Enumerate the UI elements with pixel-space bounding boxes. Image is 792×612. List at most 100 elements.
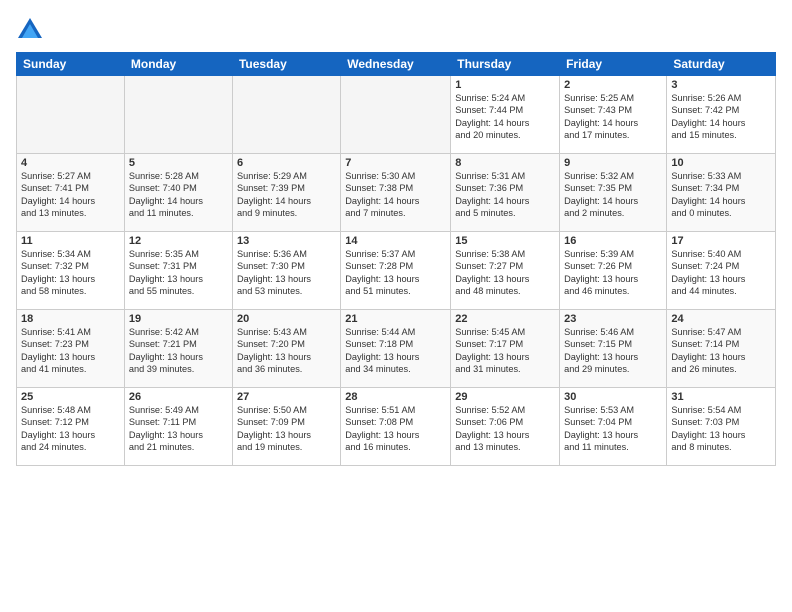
day-info: Sunrise: 5:36 AM Sunset: 7:30 PM Dayligh… [237,248,336,298]
calendar-header-row: SundayMondayTuesdayWednesdayThursdayFrid… [17,53,776,76]
day-number: 30 [564,391,662,403]
day-number: 26 [129,391,228,403]
calendar-cell: 11Sunrise: 5:34 AM Sunset: 7:32 PM Dayli… [17,232,125,310]
day-number: 27 [237,391,336,403]
day-number: 6 [237,157,336,169]
calendar-cell: 8Sunrise: 5:31 AM Sunset: 7:36 PM Daylig… [451,154,560,232]
day-info: Sunrise: 5:52 AM Sunset: 7:06 PM Dayligh… [455,404,555,454]
calendar-cell: 6Sunrise: 5:29 AM Sunset: 7:39 PM Daylig… [232,154,340,232]
day-info: Sunrise: 5:33 AM Sunset: 7:34 PM Dayligh… [671,170,771,220]
header [16,16,776,44]
day-number: 4 [21,157,120,169]
day-number: 21 [345,313,446,325]
calendar-cell: 21Sunrise: 5:44 AM Sunset: 7:18 PM Dayli… [341,310,451,388]
calendar-week-row: 1Sunrise: 5:24 AM Sunset: 7:44 PM Daylig… [17,76,776,154]
calendar-cell: 15Sunrise: 5:38 AM Sunset: 7:27 PM Dayli… [451,232,560,310]
day-info: Sunrise: 5:32 AM Sunset: 7:35 PM Dayligh… [564,170,662,220]
day-info: Sunrise: 5:27 AM Sunset: 7:41 PM Dayligh… [21,170,120,220]
day-info: Sunrise: 5:37 AM Sunset: 7:28 PM Dayligh… [345,248,446,298]
logo-icon [16,16,44,44]
calendar-week-row: 18Sunrise: 5:41 AM Sunset: 7:23 PM Dayli… [17,310,776,388]
calendar-cell: 19Sunrise: 5:42 AM Sunset: 7:21 PM Dayli… [124,310,232,388]
calendar-cell: 23Sunrise: 5:46 AM Sunset: 7:15 PM Dayli… [560,310,667,388]
day-info: Sunrise: 5:41 AM Sunset: 7:23 PM Dayligh… [21,326,120,376]
day-info: Sunrise: 5:34 AM Sunset: 7:32 PM Dayligh… [21,248,120,298]
day-number: 11 [21,235,120,247]
day-number: 20 [237,313,336,325]
calendar-cell: 7Sunrise: 5:30 AM Sunset: 7:38 PM Daylig… [341,154,451,232]
day-number: 15 [455,235,555,247]
day-info: Sunrise: 5:50 AM Sunset: 7:09 PM Dayligh… [237,404,336,454]
day-number: 28 [345,391,446,403]
day-number: 7 [345,157,446,169]
day-number: 13 [237,235,336,247]
day-number: 9 [564,157,662,169]
calendar-cell [232,76,340,154]
calendar-week-row: 11Sunrise: 5:34 AM Sunset: 7:32 PM Dayli… [17,232,776,310]
day-number: 25 [21,391,120,403]
day-number: 16 [564,235,662,247]
calendar-week-row: 4Sunrise: 5:27 AM Sunset: 7:41 PM Daylig… [17,154,776,232]
calendar-cell: 9Sunrise: 5:32 AM Sunset: 7:35 PM Daylig… [560,154,667,232]
calendar-col-header: Thursday [451,53,560,76]
calendar-week-row: 25Sunrise: 5:48 AM Sunset: 7:12 PM Dayli… [17,388,776,466]
calendar-col-header: Friday [560,53,667,76]
day-number: 5 [129,157,228,169]
calendar-cell: 4Sunrise: 5:27 AM Sunset: 7:41 PM Daylig… [17,154,125,232]
day-number: 1 [455,79,555,91]
day-number: 17 [671,235,771,247]
day-number: 19 [129,313,228,325]
calendar-cell: 17Sunrise: 5:40 AM Sunset: 7:24 PM Dayli… [667,232,776,310]
calendar-cell: 30Sunrise: 5:53 AM Sunset: 7:04 PM Dayli… [560,388,667,466]
day-info: Sunrise: 5:46 AM Sunset: 7:15 PM Dayligh… [564,326,662,376]
calendar-cell: 10Sunrise: 5:33 AM Sunset: 7:34 PM Dayli… [667,154,776,232]
day-info: Sunrise: 5:25 AM Sunset: 7:43 PM Dayligh… [564,92,662,142]
calendar-cell: 25Sunrise: 5:48 AM Sunset: 7:12 PM Dayli… [17,388,125,466]
day-info: Sunrise: 5:39 AM Sunset: 7:26 PM Dayligh… [564,248,662,298]
day-number: 31 [671,391,771,403]
day-number: 2 [564,79,662,91]
calendar-col-header: Sunday [17,53,125,76]
day-info: Sunrise: 5:48 AM Sunset: 7:12 PM Dayligh… [21,404,120,454]
day-info: Sunrise: 5:51 AM Sunset: 7:08 PM Dayligh… [345,404,446,454]
calendar-cell: 24Sunrise: 5:47 AM Sunset: 7:14 PM Dayli… [667,310,776,388]
day-info: Sunrise: 5:54 AM Sunset: 7:03 PM Dayligh… [671,404,771,454]
day-info: Sunrise: 5:31 AM Sunset: 7:36 PM Dayligh… [455,170,555,220]
calendar-cell: 14Sunrise: 5:37 AM Sunset: 7:28 PM Dayli… [341,232,451,310]
calendar-cell [341,76,451,154]
day-info: Sunrise: 5:47 AM Sunset: 7:14 PM Dayligh… [671,326,771,376]
calendar-col-header: Tuesday [232,53,340,76]
day-info: Sunrise: 5:45 AM Sunset: 7:17 PM Dayligh… [455,326,555,376]
calendar-cell [124,76,232,154]
day-number: 8 [455,157,555,169]
calendar-cell: 16Sunrise: 5:39 AM Sunset: 7:26 PM Dayli… [560,232,667,310]
page: SundayMondayTuesdayWednesdayThursdayFrid… [0,0,792,612]
day-number: 23 [564,313,662,325]
day-number: 18 [21,313,120,325]
calendar: SundayMondayTuesdayWednesdayThursdayFrid… [16,52,776,466]
calendar-cell: 22Sunrise: 5:45 AM Sunset: 7:17 PM Dayli… [451,310,560,388]
day-info: Sunrise: 5:35 AM Sunset: 7:31 PM Dayligh… [129,248,228,298]
calendar-cell [17,76,125,154]
calendar-col-header: Saturday [667,53,776,76]
day-number: 12 [129,235,228,247]
calendar-cell: 18Sunrise: 5:41 AM Sunset: 7:23 PM Dayli… [17,310,125,388]
day-info: Sunrise: 5:24 AM Sunset: 7:44 PM Dayligh… [455,92,555,142]
day-info: Sunrise: 5:26 AM Sunset: 7:42 PM Dayligh… [671,92,771,142]
calendar-cell: 2Sunrise: 5:25 AM Sunset: 7:43 PM Daylig… [560,76,667,154]
calendar-cell: 20Sunrise: 5:43 AM Sunset: 7:20 PM Dayli… [232,310,340,388]
calendar-cell: 31Sunrise: 5:54 AM Sunset: 7:03 PM Dayli… [667,388,776,466]
calendar-cell: 13Sunrise: 5:36 AM Sunset: 7:30 PM Dayli… [232,232,340,310]
day-info: Sunrise: 5:53 AM Sunset: 7:04 PM Dayligh… [564,404,662,454]
calendar-cell: 1Sunrise: 5:24 AM Sunset: 7:44 PM Daylig… [451,76,560,154]
day-info: Sunrise: 5:38 AM Sunset: 7:27 PM Dayligh… [455,248,555,298]
calendar-cell: 3Sunrise: 5:26 AM Sunset: 7:42 PM Daylig… [667,76,776,154]
calendar-col-header: Monday [124,53,232,76]
day-info: Sunrise: 5:40 AM Sunset: 7:24 PM Dayligh… [671,248,771,298]
calendar-cell: 27Sunrise: 5:50 AM Sunset: 7:09 PM Dayli… [232,388,340,466]
day-number: 29 [455,391,555,403]
day-info: Sunrise: 5:29 AM Sunset: 7:39 PM Dayligh… [237,170,336,220]
calendar-cell: 12Sunrise: 5:35 AM Sunset: 7:31 PM Dayli… [124,232,232,310]
day-number: 22 [455,313,555,325]
day-number: 24 [671,313,771,325]
